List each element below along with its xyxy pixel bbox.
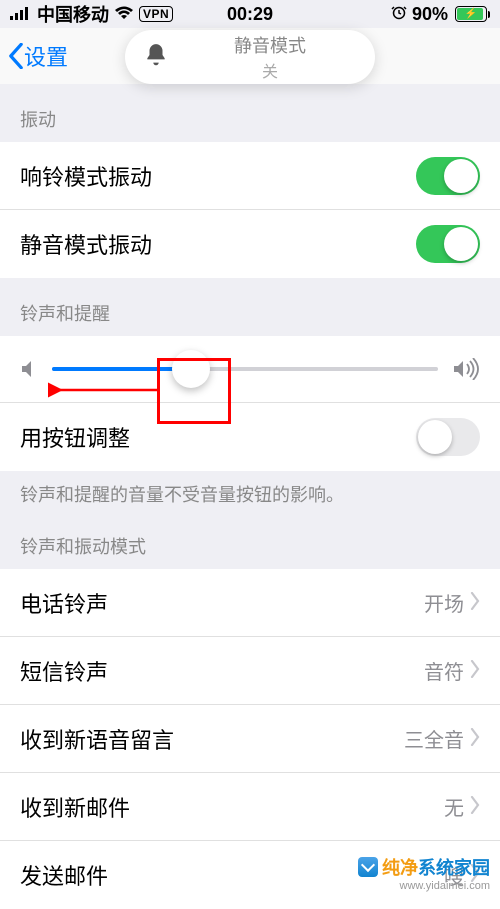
row-label: 电话铃声	[20, 587, 424, 619]
chevron-right-icon	[470, 590, 480, 616]
slider-thumb[interactable]	[172, 350, 210, 388]
toggle-silent-vibrate[interactable]	[416, 225, 480, 263]
row-pattern[interactable]: 收到新邮件无	[0, 773, 500, 841]
row-label: 静音模式振动	[20, 228, 416, 260]
row-silent-vibrate[interactable]: 静音模式振动	[0, 210, 500, 278]
watermark-url: www.yidaimei.com	[358, 880, 490, 892]
row-pattern[interactable]: 收到新语音留言三全音	[0, 705, 500, 773]
bell-icon	[143, 42, 169, 73]
watermark-icon	[358, 857, 378, 877]
status-bar: 中国移动 VPN 00:29 90% ⚡	[0, 0, 500, 28]
banner-title: 静音模式	[183, 32, 357, 58]
silent-mode-banner: 静音模式 关	[125, 30, 375, 84]
chevron-right-icon	[470, 794, 480, 820]
status-time: 00:29	[0, 4, 500, 25]
toggle-ring-vibrate[interactable]	[416, 157, 480, 195]
row-detail: 无	[444, 792, 464, 821]
row-label: 收到新语音留言	[20, 723, 404, 755]
section-header-patterns: 铃声和振动模式	[0, 529, 500, 569]
section-header-ringer: 铃声和提醒	[0, 278, 500, 336]
toggle-button-adjust[interactable]	[416, 418, 480, 456]
volume-high-icon	[452, 358, 480, 380]
row-pattern[interactable]: 短信铃声音符	[0, 637, 500, 705]
back-button[interactable]: 设置	[8, 40, 68, 72]
chevron-left-icon	[8, 43, 24, 69]
row-label: 收到新邮件	[20, 791, 444, 823]
watermark: 纯净系统家园 www.yidaimei.com	[358, 854, 490, 892]
battery-icon: ⚡	[453, 6, 490, 22]
section-header-vibrate: 振动	[0, 84, 500, 142]
section-footer-ringer: 铃声和提醒的音量不受音量按钮的影响。	[0, 471, 500, 529]
back-label: 设置	[24, 40, 68, 72]
row-label: 短信铃声	[20, 655, 424, 687]
row-label: 响铃模式振动	[20, 160, 416, 192]
row-detail: 开场	[424, 588, 464, 617]
row-pattern[interactable]: 电话铃声开场	[0, 569, 500, 637]
volume-slider-row	[0, 336, 500, 403]
row-detail: 三全音	[404, 724, 464, 753]
row-detail: 音符	[424, 656, 464, 685]
row-button-adjust[interactable]: 用按钮调整	[0, 403, 500, 471]
banner-subtitle: 关	[183, 58, 357, 82]
volume-low-icon	[20, 359, 38, 379]
row-ring-vibrate[interactable]: 响铃模式振动	[0, 142, 500, 210]
chevron-right-icon	[470, 658, 480, 684]
volume-slider[interactable]	[52, 367, 438, 371]
slider-fill	[52, 367, 191, 371]
row-label: 用按钮调整	[20, 421, 416, 453]
chevron-right-icon	[470, 726, 480, 752]
